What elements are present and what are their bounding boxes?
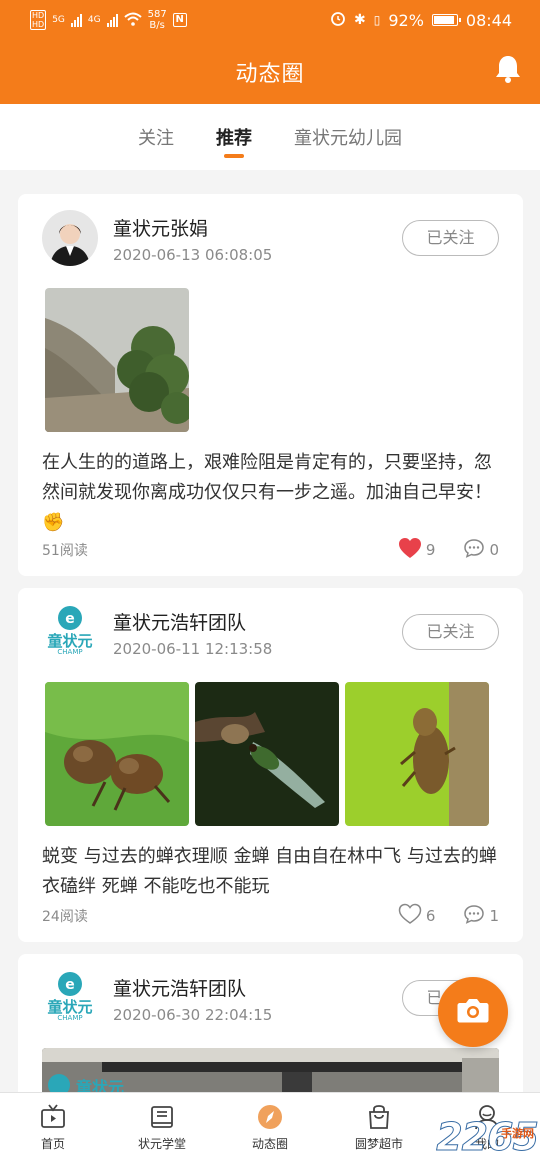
battery-icon	[431, 14, 461, 26]
watermark-site: 手游网	[501, 1127, 534, 1140]
comment-icon[interactable]	[463, 538, 485, 562]
feed-tabs: 关注 推荐 童状元幼儿园	[0, 104, 540, 170]
status-left: HD HD 5G 4G 587 B/s N	[30, 9, 187, 31]
hd-icon: HD HD	[30, 10, 47, 30]
like-count: 6	[425, 907, 436, 925]
team-logo[interactable]: e 童状元 CHAMP	[42, 604, 98, 660]
comment-count: 0	[489, 541, 499, 559]
net-speed-value: 587	[147, 9, 167, 20]
post-time: 2020-06-11 12:13:58	[113, 640, 273, 658]
nfc-icon: N	[172, 13, 187, 27]
post-photo[interactable]	[45, 682, 189, 826]
comment-icon[interactable]	[463, 904, 485, 928]
svg-text:e: e	[65, 977, 75, 993]
app-header: 动态圈	[0, 40, 540, 104]
read-count: 51阅读	[42, 543, 88, 559]
network-4g-label: 4G	[87, 15, 101, 25]
author-name[interactable]: 童状元张娟	[113, 214, 208, 241]
book-icon	[148, 1103, 176, 1131]
svg-text:e: e	[65, 611, 75, 627]
compass-icon	[256, 1103, 284, 1131]
nav-label: 圆梦超市	[354, 1137, 403, 1151]
clock: 08:44	[465, 10, 512, 30]
comment-count: 1	[489, 907, 499, 925]
nav-moments[interactable]: 动态圈	[225, 1103, 315, 1152]
author-name[interactable]: 童状元浩轩团队	[113, 608, 246, 635]
tv-icon	[39, 1103, 67, 1131]
post-content: 在人生的的道路上，艰难险阻是肯定有的，只要坚持，忽然间就发现你离成功仅仅只有一步…	[42, 452, 492, 533]
page-title: 动态圈	[235, 62, 305, 87]
bluetooth-icon: ✱	[353, 12, 366, 28]
post-photo[interactable]	[195, 682, 339, 826]
banner-text: 童状元	[76, 1078, 125, 1092]
post-stats: 6 1	[398, 903, 499, 929]
status-bar: HD HD 5G 4G 587 B/s N ✱ ▯ 92% 08:44	[0, 0, 540, 40]
read-count: 24阅读	[42, 909, 88, 925]
nav-label: 状元学堂	[137, 1137, 186, 1151]
followed-button[interactable]: 已关注	[402, 220, 499, 256]
post-time: 2020-06-13 06:08:05	[113, 246, 273, 264]
watermark: 2265 手游网	[436, 1115, 540, 1160]
avatar[interactable]	[42, 210, 98, 266]
tab-kindergarten[interactable]: 童状元幼儿园	[294, 124, 402, 150]
post-banner-image[interactable]: 童状元	[42, 1048, 499, 1092]
bell-icon[interactable]	[494, 54, 522, 84]
post-photo[interactable]	[345, 682, 489, 826]
nav-school[interactable]: 状元学堂	[117, 1103, 207, 1152]
banner-logo-icon	[48, 1074, 70, 1092]
vibrate-icon: ▯	[373, 13, 381, 27]
battery-percent: 92%	[388, 10, 424, 30]
feed-list[interactable]: 童状元张娟 2020-06-13 06:08:05 已关注 在人生的的道路上，艰…	[0, 170, 540, 1092]
alarm-icon	[330, 10, 346, 30]
nav-label: 动态圈	[251, 1137, 288, 1151]
tab-recommend[interactable]: 推荐	[216, 124, 252, 150]
post-photo[interactable]	[45, 288, 189, 432]
like-count: 9	[425, 541, 436, 559]
tab-active-indicator	[224, 154, 244, 158]
followed-button[interactable]: 已关注	[402, 614, 499, 650]
nav-store[interactable]: 圆梦超市	[334, 1103, 424, 1152]
team-logo[interactable]: e 童状元 CHAMP	[42, 970, 98, 1026]
signal-icon	[70, 13, 82, 27]
post-content: 蜕变 与过去的蝉衣理顺 金蝉 自由自在林中飞 与过去的蝉衣磕绊 死蝉 不能吃也不…	[42, 846, 497, 897]
nav-home[interactable]: 首页	[8, 1103, 98, 1152]
post-card[interactable]: 童状元张娟 2020-06-13 06:08:05 已关注 在人生的的道路上，艰…	[18, 194, 523, 576]
heart-icon[interactable]	[398, 537, 422, 563]
post-card[interactable]: e 童状元 CHAMP 童状元浩轩团队 2020-06-11 12:13:58 …	[18, 588, 523, 942]
camera-icon	[456, 996, 490, 1028]
camera-button[interactable]	[438, 977, 508, 1047]
battery-fill	[433, 16, 455, 24]
status-right: ✱ ▯ 92% 08:44	[330, 10, 512, 30]
wifi-icon	[123, 12, 142, 29]
logo-subtext: CHAMP	[57, 648, 83, 656]
net-speed-unit: B/s	[149, 20, 165, 31]
nav-label: 首页	[40, 1137, 65, 1151]
network-5g-label: 5G	[52, 15, 65, 25]
shopping-bag-icon	[365, 1103, 393, 1131]
post-stats: 9 0	[398, 537, 499, 563]
signal-icon-2	[106, 13, 118, 27]
net-speed: 587 B/s	[148, 9, 167, 31]
tab-follow[interactable]: 关注	[138, 124, 174, 150]
heart-outline-icon[interactable]	[398, 903, 422, 929]
logo-subtext: CHAMP	[57, 1014, 83, 1022]
author-name[interactable]: 童状元浩轩团队	[113, 974, 246, 1001]
post-time: 2020-06-30 22:04:15	[113, 1006, 273, 1024]
